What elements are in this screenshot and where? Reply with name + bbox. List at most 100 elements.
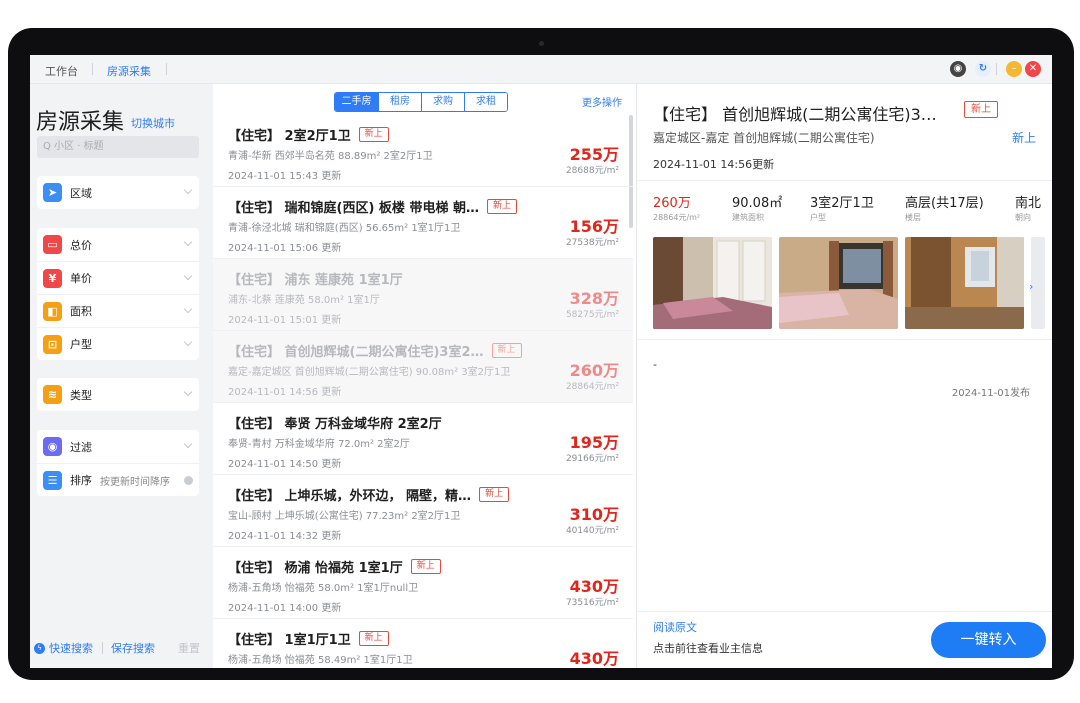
listing-unit-price: 29166元/m² <box>565 454 619 464</box>
listing-title-text: 【住宅】 首创旭辉城(二期公寓住宅)3室2… <box>228 345 484 360</box>
listing-title-text: 【住宅】 瑞和锦庭(西区) 板楼 带电梯 朝… <box>228 201 479 216</box>
listing-price: 156万 <box>569 217 619 236</box>
separator <box>102 642 103 654</box>
listing-item[interactable]: 【住宅】 首创旭辉城(二期公寓住宅)3室2… 新上 嘉定-嘉定城区 首创旭辉城(二期… <box>213 331 633 403</box>
close-icon[interactable]: ✕ <box>1025 61 1041 77</box>
listing-photo[interactable] <box>905 237 1024 329</box>
lightning-icon: ϟ <box>34 642 45 654</box>
listing-unit-price: 73516元/m² <box>565 598 619 608</box>
tab-rent[interactable]: 租房 <box>378 93 421 111</box>
quick-search-label: 快速搜索 <box>49 642 93 655</box>
filter-group-type: ≋ 类型 <box>37 378 199 411</box>
spec-value: 3室2厅1卫 <box>810 196 874 211</box>
filter-group-misc: ◉ 过滤 ☰ 排序 按更新时间降序 <box>37 430 199 496</box>
tab-want-rent[interactable]: 求租 <box>464 93 507 111</box>
listing-item[interactable]: 【住宅】 杨浦 怡福苑 1室1厅 新上 杨浦-五角场 怡福苑 58.0m² 1室1厅… <box>213 547 633 619</box>
spec-label: 28864元/m² <box>653 213 701 222</box>
listing-title-text: 【住宅】 2室2厅1卫 <box>228 129 351 144</box>
globe-icon[interactable]: ◉ <box>950 61 966 77</box>
listing-meta: 杨浦-五角场 怡福苑 58.49m² 1室1厅1卫 <box>228 655 413 666</box>
filter-icon: ◉ <box>43 437 62 456</box>
filter-area[interactable]: ◧ 面积 <box>37 294 199 327</box>
spec-label: 建筑面积 <box>732 213 764 222</box>
minimize-icon[interactable]: – <box>1006 61 1022 77</box>
layers-icon: ≋ <box>43 385 62 404</box>
filter-label: 户型 <box>70 338 92 351</box>
spec-price: 260万 28864元/m² <box>653 192 700 223</box>
listing-item[interactable]: 【住宅】 1室1厅1卫 新上杨浦-五角场 怡福苑 58.49m² 1室1厅1卫 43… <box>213 619 633 668</box>
search-input[interactable]: Q 小区 · 标题 <box>37 136 199 158</box>
new-badge: 新上 <box>358 127 389 142</box>
detail-updated-time: 2024-11-01 14:56更新 <box>653 158 775 171</box>
spec-value: 南北 <box>1015 196 1042 211</box>
listing-item[interactable]: 【住宅】 上坤乐城，外环边， 隔壁，精… 新上 宝山-顾村 上坤乐城(公寓住宅) 7… <box>213 475 633 547</box>
divider <box>637 180 1052 181</box>
filter-label: 类型 <box>70 388 92 402</box>
tab-separator <box>92 63 93 75</box>
listing-unit-price: 28864元/m² <box>565 382 619 392</box>
listing-updated-time: 2024-11-01 15:06 更新 <box>228 243 342 254</box>
filter-unit-price[interactable]: ¥ 单价 <box>37 261 199 294</box>
listing-title: 【住宅】 首创旭辉城(二期公寓住宅)3室2… 新上 <box>228 341 619 360</box>
filter-group-price: ▭ 总价 ¥ 单价 ◧ 面积 ⊡ 户型 <box>37 228 199 360</box>
chevron-down-icon <box>183 237 193 247</box>
filter-label: 区域 <box>70 186 92 200</box>
yen-icon: ¥ <box>43 268 62 288</box>
spec-label: 楼层 <box>905 213 921 222</box>
divider <box>637 339 1052 340</box>
quick-search-button[interactable]: ϟ 快速搜索 <box>34 640 93 656</box>
filter-sort[interactable]: ☰ 排序 按更新时间降序 <box>37 463 199 496</box>
listing-photo[interactable] <box>653 237 772 329</box>
switch-city-link[interactable]: 切换城市 <box>131 115 175 131</box>
read-original-link[interactable]: 阅读原文 <box>653 619 697 635</box>
description-text: - <box>653 358 657 371</box>
tab-workbench[interactable]: 工作台 <box>45 63 78 79</box>
floorplan-icon: ⊡ <box>43 334 62 354</box>
listing-updated-time: 2024-11-01 14:50 更新 <box>228 459 342 470</box>
spec-label: 户型 <box>810 213 826 222</box>
listing-title-text: 【住宅】 浦东 莲康苑 1室1厅 <box>228 273 403 288</box>
new-badge: 新上 <box>410 559 441 574</box>
filter-label: 排序 <box>70 474 92 487</box>
spec-orientation: 南北 朝向 <box>1015 192 1041 223</box>
filter-type[interactable]: ≋ 类型 <box>37 378 199 411</box>
listing-item[interactable]: 【住宅】 奉贤 万科金域华府 2室2厅 奉贤-青村 万科金域华府 72.0m² 2… <box>213 403 633 475</box>
listing-price: 430万 <box>569 649 619 668</box>
new-badge: 新上 <box>491 343 522 358</box>
listing-item[interactable]: 【住宅】 浦东 莲康苑 1室1厅 浦东-北蔡 莲康苑 58.0m² 1室1厅 202… <box>213 259 633 331</box>
listing-photo[interactable] <box>779 237 898 329</box>
new-badge: 新上 <box>358 631 389 646</box>
listing-unit-price: 28688元/m² <box>565 166 619 176</box>
owner-info-link[interactable]: 点击前往查看业主信息 <box>653 640 763 656</box>
more-actions-link[interactable]: 更多操作 <box>582 94 622 109</box>
reset-button[interactable]: 重置 <box>178 640 200 656</box>
filter-label: 面积 <box>70 305 92 318</box>
tab-collection[interactable]: 房源采集 <box>107 63 151 79</box>
detail-title: 【住宅】 首创旭辉城(二期公寓住宅)3… <box>653 105 937 124</box>
filter-region[interactable]: ➤ 区域 <box>37 176 199 209</box>
listing-item[interactable]: 【住宅】 瑞和锦庭(西区) 板楼 带电梯 朝… 新上 青浦-徐泾北城 瑞和锦庭(西区… <box>213 187 633 259</box>
clear-icon[interactable] <box>184 476 193 485</box>
listing-title-text: 【住宅】 奉贤 万科金域华府 2室2厅 <box>228 417 442 432</box>
listing-meta: 宝山-顾村 上坤乐城(公寓住宅) 77.23m² 2室2厅1卫 <box>228 511 461 522</box>
filter-exclude[interactable]: ◉ 过滤 <box>37 430 199 463</box>
chevron-right-icon[interactable]: › <box>1029 280 1033 293</box>
listing-item[interactable]: 【住宅】 2室2厅1卫 新上青浦-华新 西郊半岛名苑 88.89m² 2室2厅1卫… <box>213 115 633 187</box>
detail-panel: 【住宅】 首创旭辉城(二期公寓住宅)3… 新上 嘉定城区-嘉定 首创旭辉城(二期… <box>637 84 1052 668</box>
filter-total-price[interactable]: ▭ 总价 <box>37 228 199 261</box>
new-tag: 新上 <box>1011 131 1036 145</box>
filter-label: 过滤 <box>70 440 92 454</box>
tab-second-hand[interactable]: 二手房 <box>335 93 378 111</box>
new-badge: 新上 <box>964 101 998 118</box>
listing-title-text: 【住宅】 1室1厅1卫 <box>228 633 351 648</box>
refresh-icon[interactable]: ↻ <box>975 61 991 77</box>
listing-unit-price: 27538元/m² <box>565 238 619 248</box>
wallet-icon: ▭ <box>43 235 62 254</box>
tab-want-buy[interactable]: 求购 <box>421 93 464 111</box>
listing-meta: 青浦-华新 西郊半岛名苑 88.89m² 2室2厅1卫 <box>228 151 433 162</box>
one-click-transfer-button[interactable]: 一键转入 <box>931 622 1046 658</box>
app-window: 工作台 房源采集 ◉ ↻ – ✕ 房源采集 切换城市 Q 小区 · 标题 ➤ 区… <box>30 55 1052 668</box>
filter-group-region: ➤ 区域 <box>37 176 199 209</box>
filter-layout[interactable]: ⊡ 户型 <box>37 327 199 360</box>
save-search-button[interactable]: 保存搜索 <box>111 640 155 656</box>
